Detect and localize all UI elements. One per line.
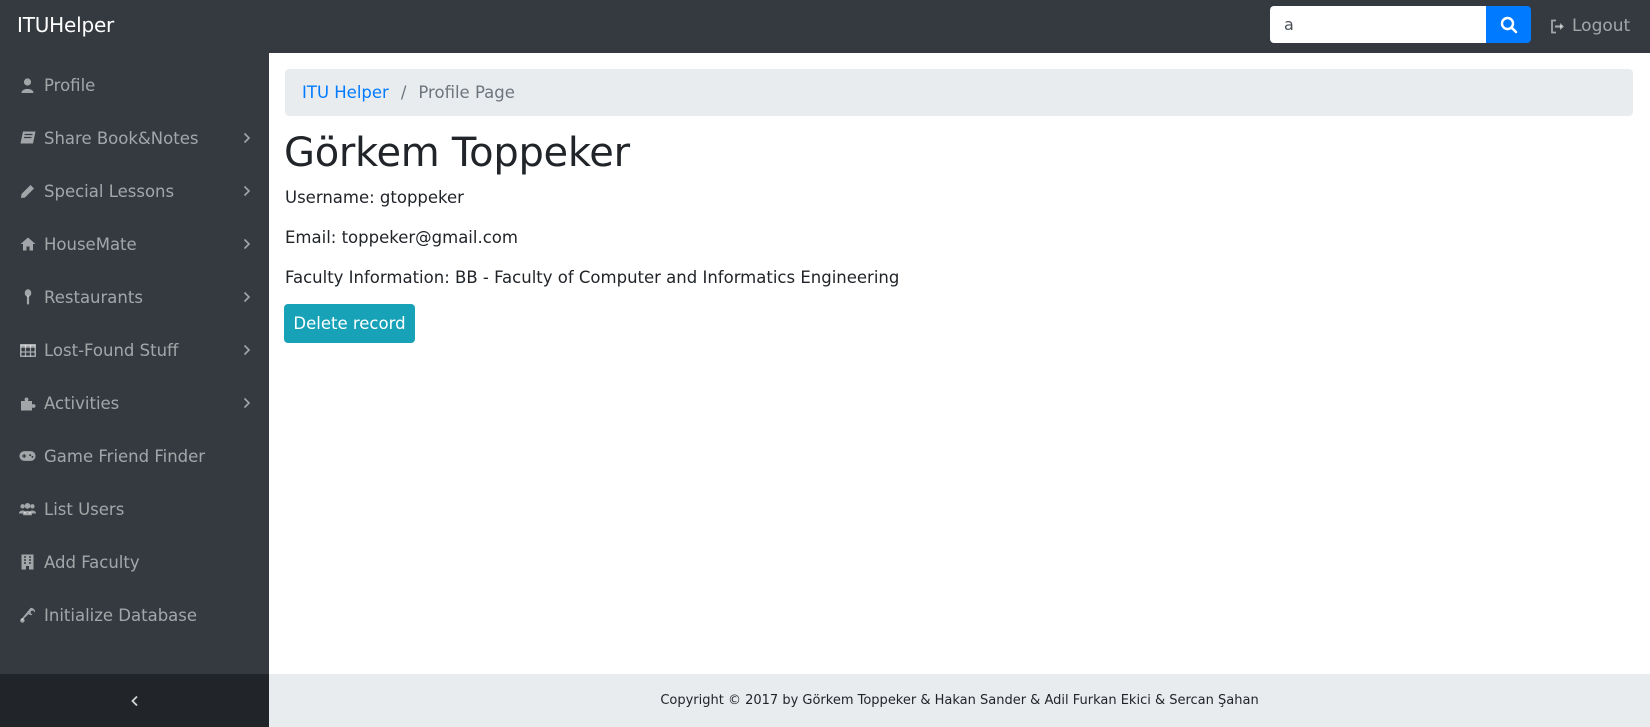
sidebar-toggler[interactable]	[0, 674, 269, 727]
sign-out-icon	[1551, 19, 1564, 33]
sidebar-item-special-lessons[interactable]: Special Lessons	[0, 163, 269, 219]
sidebar-item-label: Share Book&Notes	[44, 128, 199, 148]
logout-label: Logout	[1572, 16, 1631, 36]
delete-record-button[interactable]: Delete record	[284, 304, 415, 343]
sidebar-item-profile[interactable]: Profile	[0, 57, 269, 113]
breadcrumb: ITU Helper / Profile Page	[285, 69, 1633, 116]
email-text: Email: toppeker@gmail.com	[285, 228, 518, 247]
building-icon	[19, 554, 36, 571]
faculty-text: Faculty Information: BB - Faculty of Com…	[285, 268, 900, 287]
sidebar-item-label: Profile	[44, 75, 96, 95]
copyright-text: Copyright © 2017 by Görkem Toppeker & Ha…	[660, 693, 1259, 708]
sidebar-item-housemate[interactable]: HouseMate	[0, 216, 269, 272]
chevron-right-icon	[243, 344, 251, 356]
chevron-right-icon	[243, 238, 251, 250]
search-input[interactable]	[1270, 6, 1486, 43]
logout-link[interactable]: Logout	[1550, 16, 1630, 36]
sidebar-item-add-faculty[interactable]: Add Faculty	[0, 534, 269, 590]
page-title: Görkem Toppeker	[284, 130, 630, 176]
footer: Copyright © 2017 by Görkem Toppeker & Ha…	[269, 674, 1650, 727]
table-icon	[19, 342, 36, 359]
chevron-right-icon	[243, 132, 251, 144]
sidebar-item-label: Lost-Found Stuff	[44, 340, 179, 360]
search-form	[1270, 6, 1531, 43]
home-icon	[19, 236, 36, 253]
sidebar-item-label: HouseMate	[44, 234, 137, 254]
sidebar-item-lost-found-stuff[interactable]: Lost-Found Stuff	[0, 322, 269, 378]
pencil-icon	[19, 183, 36, 200]
book-icon	[19, 130, 36, 147]
sidebar-item-game-friend-finder[interactable]: Game Friend Finder	[0, 428, 269, 484]
gamepad-icon	[19, 448, 36, 465]
sidebar-item-label: Add Faculty	[44, 552, 140, 572]
chevron-right-icon	[243, 185, 251, 197]
sidebar-item-label: List Users	[44, 499, 125, 519]
sidebar-item-label: Special Lessons	[44, 181, 175, 201]
breadcrumb-home-link[interactable]: ITU Helper	[302, 83, 389, 102]
wrench-icon	[19, 607, 36, 624]
breadcrumb-current: Profile Page	[418, 83, 515, 102]
sidebar-item-label: Restaurants	[44, 287, 143, 307]
breadcrumb-separator: /	[400, 83, 407, 102]
user-icon	[19, 77, 36, 94]
chevron-right-icon	[243, 397, 251, 409]
top-navbar: ITUHelper Logout	[0, 0, 1650, 53]
sidebar-item-label: Initialize Database	[44, 605, 198, 625]
spoon-icon	[19, 289, 36, 306]
sidebar-item-initialize-database[interactable]: Initialize Database	[0, 587, 269, 643]
search-icon	[1500, 16, 1517, 33]
sidebar-item-label: Activities	[44, 393, 120, 413]
sidebar-item-label: Game Friend Finder	[44, 446, 206, 466]
chevron-right-icon	[243, 291, 251, 303]
username-text: Username: gtoppeker	[285, 188, 464, 207]
sidebar-item-list-users[interactable]: List Users	[0, 481, 269, 537]
sidebar-item-restaurants[interactable]: Restaurants	[0, 269, 269, 325]
sidebar-item-share-book-notes[interactable]: Share Book&Notes	[0, 110, 269, 166]
users-icon	[19, 501, 36, 518]
search-button[interactable]	[1486, 6, 1531, 43]
chevron-left-icon	[130, 695, 138, 706]
sidebar: Profile Share Book&Notes Special Lessons…	[0, 53, 269, 674]
sidebar-item-activities[interactable]: Activities	[0, 375, 269, 431]
puzzle-icon	[19, 395, 36, 412]
brand-link[interactable]: ITUHelper	[17, 13, 114, 37]
